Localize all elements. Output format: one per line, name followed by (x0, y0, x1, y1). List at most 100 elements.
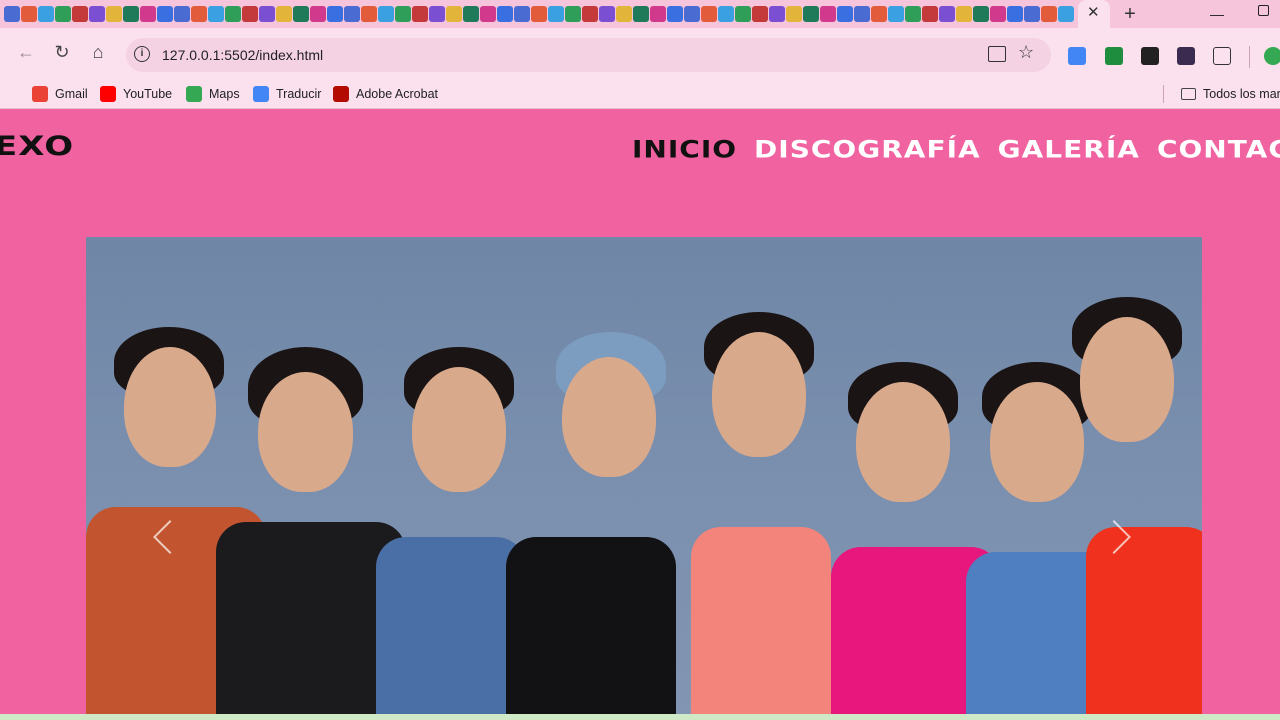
tab-favicon-icon[interactable] (72, 6, 88, 22)
tab-favicon-icon[interactable] (871, 6, 887, 22)
tab-favicon-icon[interactable] (378, 6, 394, 22)
tab-favicon-icon[interactable] (752, 6, 768, 22)
tab-favicon-icon[interactable] (786, 6, 802, 22)
bookmark-label: Adobe Acrobat (356, 87, 439, 101)
tab-favicon-icon[interactable] (276, 6, 292, 22)
tab-favicon-icon[interactable] (361, 6, 377, 22)
tab-favicon-icon[interactable] (1007, 6, 1023, 22)
tab-favicon-icon[interactable] (123, 6, 139, 22)
tab-favicon-icon[interactable] (1058, 6, 1074, 22)
tab-favicon-icon[interactable] (718, 6, 734, 22)
bookmark-gmail[interactable]: Gmail (32, 85, 88, 103)
bookmark-star-icon[interactable]: ☆ (1018, 42, 1034, 63)
tab-favicon-icon[interactable] (599, 6, 615, 22)
tab-favicon-icon[interactable] (310, 6, 326, 22)
tab-favicon-icon[interactable] (21, 6, 37, 22)
nav-link-galeria[interactable]: GALERÍA (998, 135, 1140, 163)
tab-favicon-icon[interactable] (701, 6, 717, 22)
tab-favicon-icon[interactable] (735, 6, 751, 22)
tab-favicon-icon[interactable] (293, 6, 309, 22)
maps-icon (186, 86, 202, 102)
install-app-icon[interactable] (988, 46, 1006, 62)
tab-favicon-icon[interactable] (208, 6, 224, 22)
back-arrow-icon[interactable]: ← (14, 40, 38, 64)
nav-link-discografia[interactable]: DISCOGRAFÍA (754, 135, 981, 163)
tab-favicon-icon[interactable] (106, 6, 122, 22)
translate-icon (253, 86, 269, 102)
address-bar[interactable]: i 127.0.0.1:5502/index.html ☆ (126, 38, 1051, 72)
tab-favicon-icon[interactable] (956, 6, 972, 22)
tab-favicon-icon[interactable] (429, 6, 445, 22)
tab-favicon-icon[interactable] (633, 6, 649, 22)
google-translate-extension-icon[interactable] (1068, 47, 1086, 65)
minimize-icon[interactable]: — (1210, 6, 1224, 22)
tab-favicon-icon[interactable] (854, 6, 870, 22)
tab-close-icon[interactable]: ✕ (1087, 5, 1100, 21)
tab-favicon-icon[interactable] (463, 6, 479, 22)
tab-favicon-icon[interactable] (497, 6, 513, 22)
tab-favicon-icon[interactable] (174, 6, 190, 22)
new-tab-button[interactable]: + (1119, 4, 1141, 24)
bookmark-maps[interactable]: Maps (186, 85, 240, 103)
tab-favicon-icon[interactable] (1024, 6, 1040, 22)
all-bookmarks-folder[interactable]: Todos los marcadores (1181, 85, 1280, 103)
home-icon[interactable]: ⌂ (86, 40, 110, 64)
tab-favicon-icon[interactable] (939, 6, 955, 22)
tab-favicon-icon[interactable] (395, 6, 411, 22)
extensions-puzzle-icon[interactable] (1213, 47, 1231, 65)
tab-favicon-icon[interactable] (480, 6, 496, 22)
tab-favicon-icon[interactable] (582, 6, 598, 22)
tab-favicon-icon[interactable] (446, 6, 462, 22)
tab-favicon-icon[interactable] (803, 6, 819, 22)
tab-favicon-icon[interactable] (344, 6, 360, 22)
tab-favicon-icon[interactable] (327, 6, 343, 22)
nav-link-inicio[interactable]: INICIO (632, 135, 737, 163)
checkmark-extension-icon[interactable] (1105, 47, 1123, 65)
tab-favicon-icon[interactable] (922, 6, 938, 22)
pinned-tabs-favicons[interactable] (4, 6, 1074, 22)
extension-icon[interactable] (1141, 47, 1159, 65)
tab-favicon-icon[interactable] (1041, 6, 1057, 22)
tab-favicon-icon[interactable] (837, 6, 853, 22)
eyedropper-extension-icon[interactable] (1177, 47, 1195, 65)
maximize-icon[interactable] (1258, 5, 1269, 16)
address-url[interactable]: 127.0.0.1:5502/index.html (162, 47, 323, 63)
site-logo[interactable]: EXO (0, 131, 74, 162)
tab-favicon-icon[interactable] (38, 6, 54, 22)
active-tab[interactable]: ✕ (1078, 0, 1110, 28)
tab-favicon-icon[interactable] (888, 6, 904, 22)
bookmark-translate[interactable]: Traducir (253, 85, 321, 103)
tab-favicon-icon[interactable] (769, 6, 785, 22)
tab-favicon-icon[interactable] (650, 6, 666, 22)
bookmark-acrobat[interactable]: Adobe Acrobat (333, 85, 438, 103)
bookmarks-bar: Gmail YouTube Maps Traducir Adobe Acroba… (0, 79, 1280, 109)
profile-avatar[interactable] (1264, 47, 1280, 65)
tab-favicon-icon[interactable] (667, 6, 683, 22)
tab-favicon-icon[interactable] (4, 6, 20, 22)
tab-favicon-icon[interactable] (225, 6, 241, 22)
hero-carousel[interactable] (86, 237, 1202, 720)
tab-favicon-icon[interactable] (191, 6, 207, 22)
tab-favicon-icon[interactable] (55, 6, 71, 22)
tab-favicon-icon[interactable] (548, 6, 564, 22)
tab-favicon-icon[interactable] (905, 6, 921, 22)
site-info-icon[interactable]: i (134, 46, 150, 62)
tab-favicon-icon[interactable] (820, 6, 836, 22)
tab-favicon-icon[interactable] (973, 6, 989, 22)
tab-favicon-icon[interactable] (242, 6, 258, 22)
tab-favicon-icon[interactable] (565, 6, 581, 22)
tab-favicon-icon[interactable] (616, 6, 632, 22)
tab-favicon-icon[interactable] (89, 6, 105, 22)
tab-favicon-icon[interactable] (990, 6, 1006, 22)
tab-favicon-icon[interactable] (514, 6, 530, 22)
tab-favicon-icon[interactable] (259, 6, 275, 22)
tab-favicon-icon[interactable] (140, 6, 156, 22)
bookmark-youtube[interactable]: YouTube (100, 85, 172, 103)
bookmarks-divider (1163, 85, 1164, 103)
tab-favicon-icon[interactable] (684, 6, 700, 22)
reload-icon[interactable]: ↻ (50, 40, 74, 64)
tab-favicon-icon[interactable] (531, 6, 547, 22)
tab-favicon-icon[interactable] (157, 6, 173, 22)
tab-favicon-icon[interactable] (412, 6, 428, 22)
nav-link-contacto[interactable]: CONTACTO (1157, 135, 1280, 163)
